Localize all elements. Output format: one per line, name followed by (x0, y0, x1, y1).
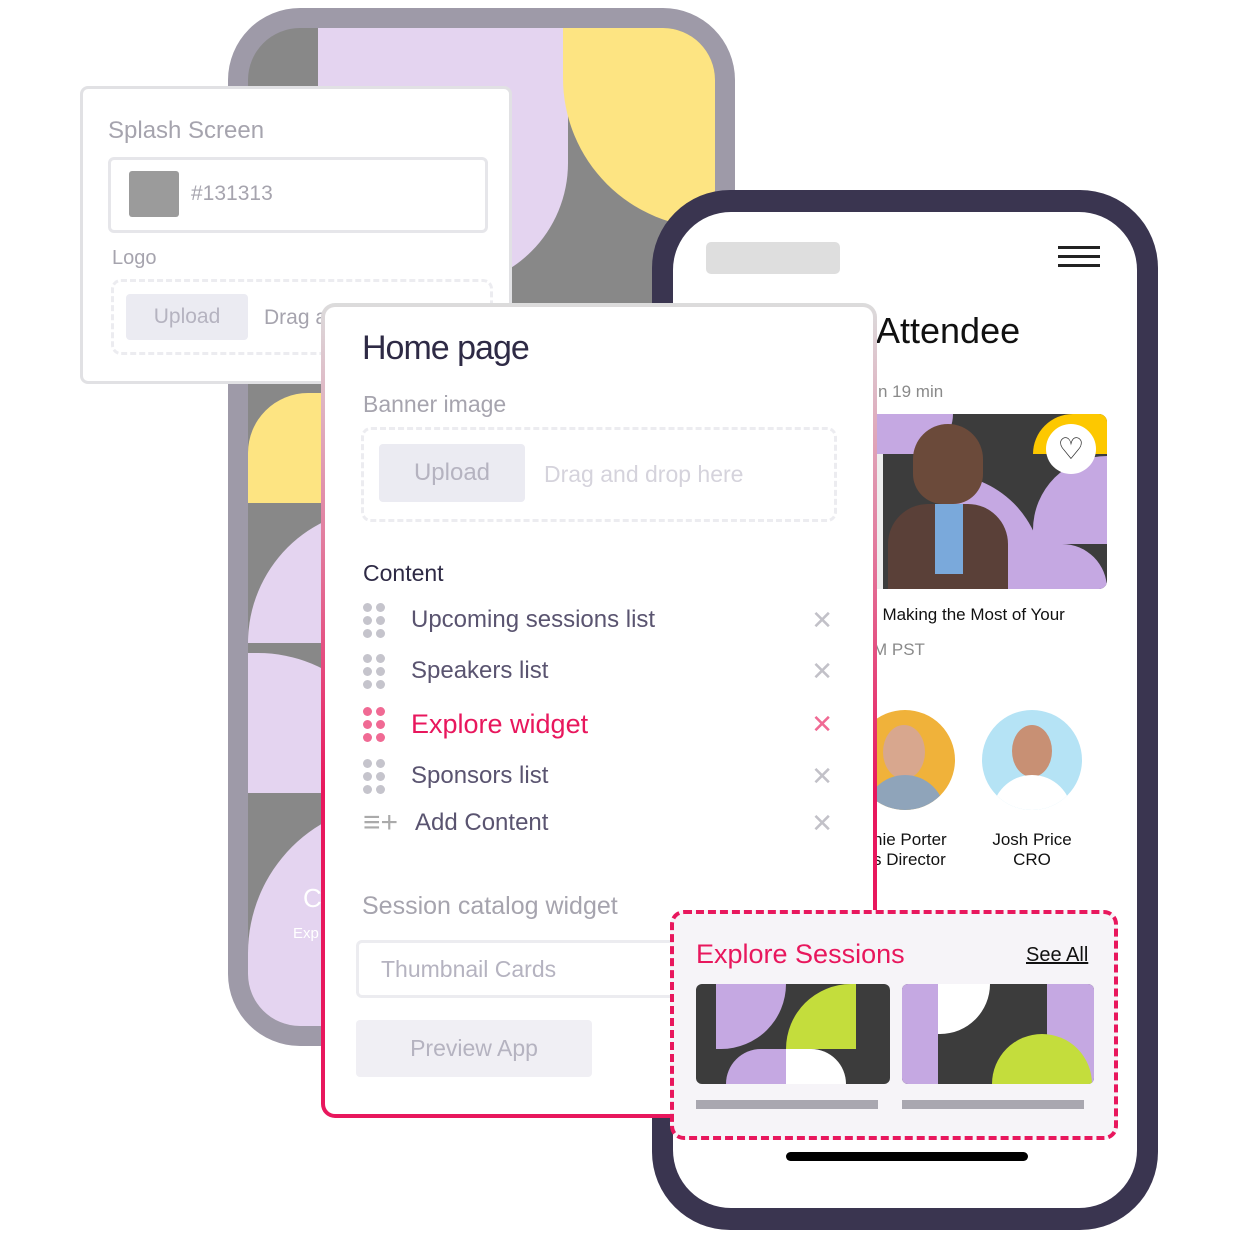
thumbnail-caption-placeholder (696, 1100, 878, 1109)
content-item[interactable]: Sponsors list ✕ (363, 756, 833, 796)
drag-handle-icon[interactable] (363, 603, 385, 638)
preview-app-button[interactable]: Preview App (356, 1020, 592, 1077)
speaker-card: Josh Price CRO (982, 830, 1082, 870)
content-item-label: Explore widget (411, 708, 589, 739)
catalog-label: Session catalog widget (362, 892, 618, 920)
home-title: Home page (362, 329, 530, 367)
session-thumbnail[interactable] (696, 984, 890, 1084)
remove-icon[interactable]: ✕ (811, 761, 833, 792)
content-item-label: Speakers list (411, 657, 549, 684)
logo-placeholder (706, 242, 840, 274)
splash-title: Splash Screen (108, 117, 265, 144)
content-label: Content (363, 560, 444, 586)
drag-handle-icon[interactable] (363, 707, 385, 742)
decor-shape (563, 28, 715, 228)
speaker-photo (913, 424, 983, 504)
session-time: M PST (873, 640, 925, 659)
catalog-select[interactable]: Thumbnail Cards (356, 940, 686, 998)
add-list-icon: ≡+ (363, 806, 399, 839)
add-content-label: Add Content (415, 809, 549, 836)
speaker-role: s Director (873, 850, 946, 869)
thumbnail-caption-placeholder (902, 1100, 1084, 1109)
remove-icon[interactable]: ✕ (811, 709, 833, 740)
banner-dropzone[interactable]: Upload Drag and drop here (361, 427, 837, 522)
banner-label: Banner image (363, 391, 507, 417)
remove-icon[interactable]: ✕ (811, 808, 833, 839)
speaker-name: Josh Price (992, 830, 1072, 849)
speaker-avatar[interactable] (982, 710, 1082, 810)
color-value: #131313 (191, 182, 273, 205)
explore-title: Explore Sessions (696, 939, 905, 969)
drag-handle-icon[interactable] (363, 654, 385, 689)
add-content-button[interactable]: ≡+ Add Content ✕ (363, 803, 833, 843)
session-starts: n 19 min (878, 382, 944, 401)
content-item-label: Upcoming sessions list (411, 606, 656, 633)
home-indicator (786, 1152, 1028, 1161)
session-image[interactable]: ♡ (853, 414, 1107, 589)
back-sub: Exp (293, 925, 319, 942)
session-thumbnail[interactable] (902, 984, 1094, 1084)
color-swatch[interactable] (129, 171, 179, 217)
session-title: : Making the Most of Your (873, 605, 1065, 624)
see-all-link[interactable]: See All (1026, 944, 1088, 967)
heart-icon[interactable]: ♡ (1046, 424, 1096, 474)
remove-icon[interactable]: ✕ (811, 605, 833, 636)
banner-upload-button[interactable]: Upload (379, 444, 525, 502)
speaker-name: hie Porter (873, 830, 947, 849)
attendee-title: Attendee (876, 310, 1021, 351)
drag-handle-icon[interactable] (363, 759, 385, 794)
banner-drag-text: Drag and drop here (544, 461, 744, 487)
content-item-selected[interactable]: Explore widget ✕ (363, 704, 833, 744)
speaker-role: CRO (1013, 850, 1051, 869)
speaker-card: hie Porter s Director (873, 830, 947, 870)
logo-upload-button[interactable]: Upload (126, 294, 248, 340)
menu-icon[interactable] (1058, 246, 1100, 268)
content-item-label: Sponsors list (411, 762, 549, 789)
back-label: C (303, 883, 322, 913)
remove-icon[interactable]: ✕ (811, 656, 833, 687)
content-item[interactable]: Speakers list ✕ (363, 651, 833, 691)
color-field[interactable]: #131313 (108, 157, 488, 233)
explore-sessions-widget[interactable]: Explore Sessions See All (670, 910, 1118, 1140)
content-item[interactable]: Upcoming sessions list ✕ (363, 600, 833, 640)
logo-label: Logo (112, 247, 157, 269)
